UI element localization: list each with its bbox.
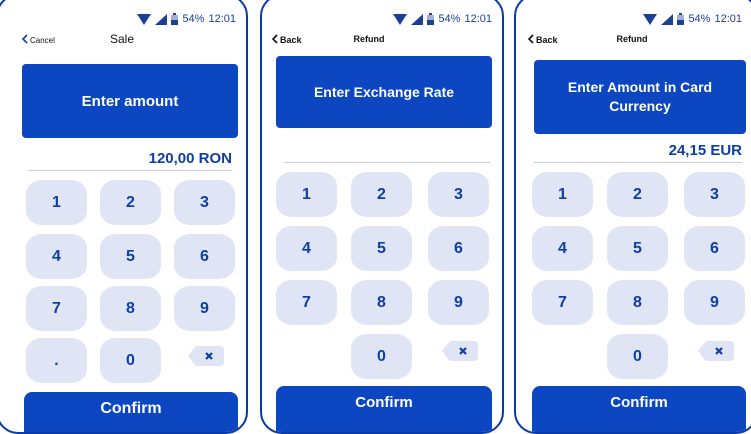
backspace-key[interactable] [442, 341, 478, 366]
prompt-banner: Enter amount [22, 64, 238, 138]
keypad-key-4[interactable]: 4 [532, 226, 593, 271]
keypad-key-0[interactable]: 0 [100, 338, 161, 383]
phone-screen-sale: 54% 12:01 Cancel Sale Enter amount 120,0… [0, 0, 248, 434]
keypad-key-3[interactable]: 3 [684, 172, 745, 217]
keypad-key-decimal[interactable]: . [26, 338, 87, 383]
keypad-key-8[interactable]: 8 [100, 286, 161, 331]
page-title: Refund [353, 34, 385, 44]
backspace-icon [188, 346, 224, 370]
keypad-key-6[interactable]: 6 [684, 226, 745, 271]
amount-divider [28, 170, 232, 171]
keypad-key-7[interactable]: 7 [276, 280, 337, 325]
keypad-key-9[interactable]: 9 [174, 286, 235, 331]
keypad-key-5[interactable]: 5 [100, 234, 161, 279]
status-bar: 54% 12:01 [643, 13, 742, 25]
keypad-key-2[interactable]: 2 [351, 172, 412, 217]
battery-percent: 54% [182, 13, 205, 25]
backspace-key[interactable] [188, 346, 224, 371]
keypad-key-3[interactable]: 3 [174, 180, 235, 225]
keypad-key-0[interactable]: 0 [351, 334, 412, 379]
phone-screen-refund-amount: 54% 12:01 Back Refund Enter Amount in Ca… [514, 0, 751, 434]
page-title: Sale [109, 32, 135, 46]
keypad-key-2[interactable]: 2 [100, 180, 161, 225]
nav-bar: Back Refund [516, 34, 751, 52]
backspace-icon [442, 341, 478, 365]
amount-display: 120,00 RON [148, 150, 232, 167]
confirm-button[interactable]: Confirm [276, 386, 492, 432]
battery-percent: 54% [438, 13, 461, 25]
prompt-banner: Enter Amount in Card Currency [534, 60, 746, 134]
wifi-icon [137, 13, 152, 25]
amount-display: 24,15 EUR [668, 142, 742, 159]
keypad-key-3[interactable]: 3 [428, 172, 489, 217]
wifi-icon [643, 13, 658, 25]
keypad-key-5[interactable]: 5 [351, 226, 412, 271]
status-time: 12:01 [714, 13, 742, 25]
signal-icon [661, 13, 674, 25]
keypad-key-9[interactable]: 9 [684, 280, 745, 325]
status-bar: 54% 12:01 [393, 13, 492, 25]
nav-bar: Back Refund [262, 34, 502, 52]
keypad-key-7[interactable]: 7 [26, 286, 87, 331]
keypad-key-9[interactable]: 9 [428, 280, 489, 325]
keypad-key-8[interactable]: 8 [351, 280, 412, 325]
prompt-banner: Enter Exchange Rate [276, 56, 492, 128]
keypad-key-6[interactable]: 6 [174, 234, 235, 279]
keypad-key-4[interactable]: 4 [26, 234, 87, 279]
keypad-key-1[interactable]: 1 [532, 172, 593, 217]
status-bar: 54% 12:01 [137, 13, 236, 25]
backspace-icon [698, 341, 734, 365]
confirm-button[interactable]: Confirm [532, 386, 746, 432]
status-time: 12:01 [464, 13, 492, 25]
status-time: 12:01 [208, 13, 236, 25]
keypad-key-1[interactable]: 1 [26, 180, 87, 225]
battery-percent: 54% [688, 13, 711, 25]
confirm-button[interactable]: Confirm [24, 392, 238, 432]
battery-icon [427, 13, 435, 25]
keypad-key-1[interactable]: 1 [276, 172, 337, 217]
keypad-key-6[interactable]: 6 [428, 226, 489, 271]
phone-screen-refund-rate: 54% 12:01 Back Refund Enter Exchange Rat… [260, 0, 504, 434]
battery-icon [171, 13, 179, 25]
amount-divider [284, 162, 490, 163]
nav-bar: Cancel Sale [0, 32, 246, 52]
signal-icon [411, 13, 424, 25]
backspace-key[interactable] [698, 341, 734, 366]
amount-divider [534, 162, 742, 163]
keypad-key-8[interactable]: 8 [607, 280, 668, 325]
battery-icon [677, 13, 685, 25]
keypad-key-5[interactable]: 5 [607, 226, 668, 271]
wifi-icon [393, 13, 408, 25]
keypad-key-0[interactable]: 0 [607, 334, 668, 379]
page-title: Refund [616, 34, 648, 44]
keypad-key-4[interactable]: 4 [276, 226, 337, 271]
keypad-key-7[interactable]: 7 [532, 280, 593, 325]
keypad-key-2[interactable]: 2 [607, 172, 668, 217]
signal-icon [155, 13, 168, 25]
